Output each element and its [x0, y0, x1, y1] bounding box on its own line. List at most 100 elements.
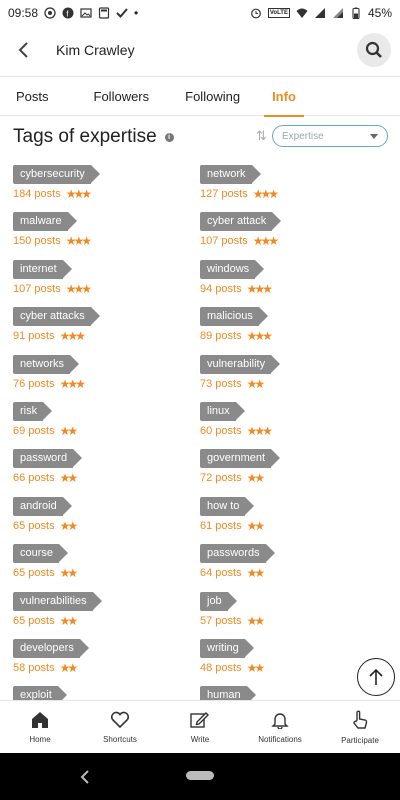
tag-meta: 65 posts ★★: [13, 614, 203, 628]
tag-chip[interactable]: cyber attacks: [13, 307, 100, 327]
tag-chip[interactable]: passwords: [200, 544, 275, 564]
tag-meta: 184 posts ★★★: [13, 187, 203, 201]
tag-post-count: 72 posts: [200, 472, 242, 485]
tag-chip[interactable]: human: [200, 686, 256, 700]
tag-chip[interactable]: writing: [200, 638, 254, 658]
star-rating-icon: ★★: [59, 423, 78, 438]
info-icon[interactable]: i: [164, 132, 174, 142]
nav-notifications-label: Notifications: [258, 734, 302, 744]
tag-chip[interactable]: linux: [200, 401, 245, 421]
tag-chip[interactable]: vulnerability: [200, 354, 281, 374]
tag-chip[interactable]: android: [13, 496, 72, 516]
signal-icon: [314, 8, 325, 18]
battery-percent: 45%: [367, 6, 392, 20]
facebook-icon: f: [62, 7, 74, 19]
nav-notifications[interactable]: Notifications: [240, 701, 320, 753]
tag-chip[interactable]: windows: [200, 259, 265, 279]
tag-item: networks 76 posts ★★★: [13, 354, 203, 401]
tag-chip[interactable]: cybersecurity: [13, 165, 100, 184]
nav-write-label: Write: [190, 734, 210, 744]
tag-post-count: 94 posts: [200, 282, 242, 295]
sort-select-value: Expertise: [282, 130, 324, 142]
tag-chip[interactable]: course: [13, 544, 69, 564]
star-rating-icon: ★★: [246, 660, 265, 675]
tag-chip[interactable]: malware: [13, 212, 77, 232]
whatsapp-icon: [44, 7, 56, 19]
section-header: Tags of expertise i ⇅ Expertise: [0, 122, 400, 152]
tag-item: windows 94 posts ★★★: [200, 259, 390, 306]
bell-icon: [271, 712, 289, 729]
tags-grid: cybersecurity 184 posts ★★★ malware 150 post…: [0, 164, 400, 700]
star-rating-icon: ★★★: [246, 329, 273, 344]
tag-post-count: 48 posts: [200, 661, 242, 674]
heart-icon: [110, 711, 130, 728]
tag-meta: 89 posts ★★★: [200, 329, 390, 343]
tab-followers[interactable]: Followers: [78, 76, 166, 116]
status-bar: 09:58 f • VoLTE 45%: [0, 0, 400, 26]
system-back-icon[interactable]: [80, 770, 90, 784]
tag-meta: 72 posts ★★: [200, 471, 390, 485]
tag-meta: 64 posts ★★: [200, 566, 390, 580]
tag-chip[interactable]: how to: [200, 496, 255, 516]
tag-post-count: 60 posts: [200, 424, 242, 437]
star-rating-icon: ★★: [246, 376, 265, 391]
nav-home[interactable]: Home: [0, 701, 80, 753]
tag-post-count: 184 posts: [13, 188, 61, 200]
tag-item: government 72 posts ★★: [200, 448, 390, 495]
star-rating-icon: ★★: [246, 518, 265, 533]
tag-meta: 69 posts ★★: [13, 424, 203, 438]
sort-icon[interactable]: ⇅: [256, 128, 267, 144]
tag-chip[interactable]: risk: [13, 401, 53, 421]
tag-post-count: 58 posts: [13, 661, 55, 674]
tag-meta: 127 posts ★★★: [200, 187, 390, 201]
tag-post-count: 127 posts: [200, 188, 248, 200]
battery-icon: [352, 7, 360, 19]
nav-write[interactable]: Write: [160, 701, 240, 753]
tag-item: passwords 64 posts ★★: [200, 543, 390, 590]
status-left: 09:58 f •: [8, 6, 138, 20]
star-rating-icon: ★★: [59, 518, 78, 533]
nav-shortcuts-label: Shortcuts: [103, 734, 137, 744]
tag-chip[interactable]: cyber attack: [200, 212, 282, 232]
nav-participate[interactable]: Participate: [320, 701, 400, 753]
nav-participate-label: Participate: [341, 735, 379, 745]
tag-chip[interactable]: vulnerabilities: [13, 591, 102, 611]
tag-chip[interactable]: malicious: [200, 307, 268, 327]
scroll-top-button[interactable]: [357, 658, 395, 696]
tab-info[interactable]: Info: [256, 76, 312, 117]
tag-item: cyber attacks 91 posts ★★★: [13, 306, 203, 353]
tag-chip[interactable]: password: [13, 449, 83, 469]
tag-item: malicious 89 posts ★★★: [200, 306, 390, 353]
tab-following[interactable]: Following: [169, 76, 256, 116]
system-home-button[interactable]: [186, 771, 214, 780]
tag-chip[interactable]: networks: [13, 354, 80, 374]
nav-shortcuts[interactable]: Shortcuts: [80, 701, 160, 753]
star-rating-icon: ★★: [246, 471, 265, 486]
tag-post-count: 65 posts: [13, 567, 55, 580]
tag-post-count: 61 posts: [200, 519, 242, 532]
tags-column-left: cybersecurity 184 posts ★★★ malware 150 post…: [13, 164, 203, 700]
sort-select[interactable]: Expertise: [272, 125, 388, 147]
hand-pointer-icon: [353, 710, 368, 729]
status-right: VoLTE 45%: [250, 6, 392, 20]
tag-chip[interactable]: government: [200, 449, 281, 469]
tag-post-count: 107 posts: [13, 282, 61, 295]
back-button[interactable]: [0, 26, 48, 74]
tag-chip[interactable]: network: [200, 165, 260, 184]
tag-chip[interactable]: job: [200, 591, 237, 611]
tag-meta: 76 posts ★★★: [13, 377, 203, 391]
back-arrow-icon: [18, 42, 28, 58]
search-button[interactable]: [357, 33, 391, 67]
tag-chip[interactable]: developers: [13, 638, 89, 658]
tag-meta: 65 posts ★★: [13, 566, 203, 580]
chevron-down-icon: [370, 134, 378, 139]
tag-chip[interactable]: internet: [13, 259, 72, 279]
tag-item: cyber attack 107 posts ★★★: [200, 211, 390, 258]
volte-badge: VoLTE: [267, 8, 290, 18]
app-bar: Kim Crawley: [0, 26, 400, 74]
calculator-icon: [98, 7, 110, 19]
tab-posts[interactable]: Posts: [0, 76, 65, 116]
tag-chip[interactable]: exploit: [13, 686, 67, 700]
tag-item: malware 150 posts ★★★: [13, 211, 203, 258]
search-icon: [365, 41, 382, 58]
